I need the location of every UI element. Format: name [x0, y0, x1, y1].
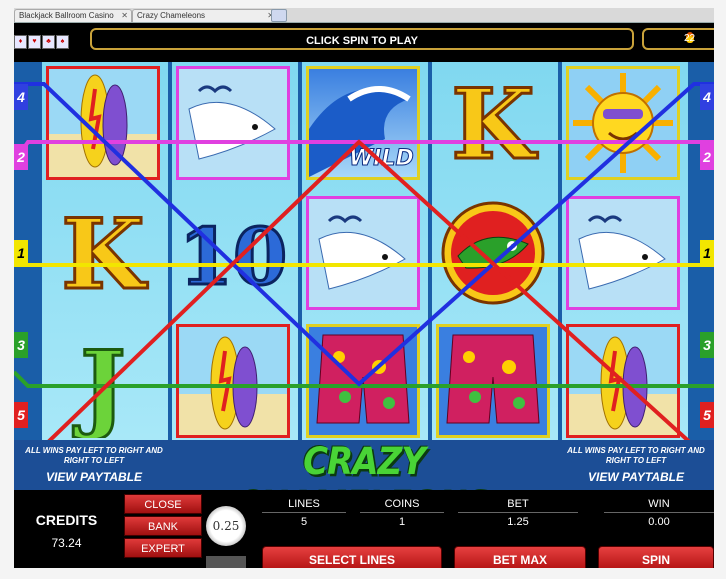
symbol-10: 10 [176, 196, 290, 310]
card-icon: ♣ [42, 35, 55, 49]
win-label: WIN [604, 496, 714, 513]
top-bar: ♦ ♥ ♣ ♠ CLICK SPIN TO PLAY 22 [14, 24, 714, 54]
symbol-sun [566, 66, 680, 180]
coins-value: 1 [398, 516, 406, 528]
credits-box: CREDITS 73.24 [14, 490, 119, 568]
payment-icons: ♦ ♥ ♣ ♠ [14, 30, 74, 49]
bet-max-button[interactable]: BET MAX [454, 546, 586, 568]
win-value: 0.00 [648, 516, 670, 528]
line-marker-right-4[interactable]: 4 [700, 84, 714, 110]
symbol-surfboards [176, 324, 290, 438]
card-icon: ♥ [28, 35, 41, 49]
coins-stat: COINS 1 [360, 496, 444, 536]
line-marker-right-1[interactable]: 1 [700, 240, 714, 266]
rules-text-right: ALL WINS PAY LEFT TO RIGHT AND RIGHT TO … [567, 446, 705, 465]
line-marker-left-1[interactable]: 1 [14, 240, 28, 266]
bank-button[interactable]: BANK [124, 516, 202, 536]
bet-label: BET [458, 496, 578, 513]
view-paytable-left[interactable]: VIEW PAYTABLE [16, 470, 172, 484]
line-marker-left-3[interactable]: 3 [14, 332, 28, 358]
view-paytable-right[interactable]: VIEW PAYTABLE [558, 470, 714, 484]
symbol-seagull [176, 66, 290, 180]
symbol-k: K [436, 66, 550, 183]
line-marker-right-2[interactable]: 2 [700, 144, 714, 170]
wild-label: WILD [349, 146, 414, 171]
tab-label: Crazy Chameleons [137, 11, 206, 20]
symbol-j: J [46, 324, 160, 445]
line-marker-left-4[interactable]: 4 [14, 84, 28, 110]
balance-display: 22 [642, 28, 714, 50]
browser-tab-crazy-chameleons[interactable]: Crazy Chameleons✕ [132, 9, 278, 22]
browser-tab-strip: Blackjack Ballroom Casino ✕ Crazy Chamele… [14, 8, 714, 23]
symbol-surfboards [46, 66, 160, 180]
close-tab-icon[interactable]: ✕ [121, 10, 128, 22]
control-panel: CREDITS 73.24 CLOSE BANK EXPERT 0.25 LIN… [14, 490, 714, 568]
line-marker-left-5[interactable]: 5 [14, 402, 28, 428]
credits-label: CREDITS [35, 512, 98, 528]
coins-label: COINS [360, 496, 444, 513]
select-lines-button[interactable]: SELECT LINES [262, 546, 442, 568]
expert-button[interactable]: EXPERT [124, 538, 202, 558]
win-stat: WIN 0.00 [604, 496, 714, 536]
new-tab-button[interactable] [271, 9, 287, 22]
line-marker-right-5[interactable]: 5 [700, 402, 714, 428]
lines-stat: LINES 5 [262, 496, 346, 536]
reel-area: K J 10 WILD K 4 2 1 3 5 4 2 1 3 5 [14, 62, 714, 445]
browser-tab-blackjack[interactable]: Blackjack Ballroom Casino ✕ [14, 9, 132, 22]
svg-text:10: 10 [179, 212, 288, 303]
symbol-surfboards [566, 324, 680, 438]
spin-button[interactable]: SPIN [598, 546, 714, 568]
coin-size-stepper[interactable] [206, 556, 246, 568]
svg-text:K: K [451, 68, 538, 180]
symbol-wave-wild: WILD [306, 66, 420, 180]
rules-text-left: ALL WINS PAY LEFT TO RIGHT AND RIGHT TO … [25, 446, 163, 465]
svg-text:K: K [61, 198, 148, 310]
card-icon: ♠ [56, 35, 69, 49]
status-message: CLICK SPIN TO PLAY [90, 28, 634, 50]
coin-size-chip[interactable]: 0.25 [206, 506, 246, 546]
symbol-seagull [566, 196, 680, 310]
lines-value: 5 [300, 516, 308, 528]
symbol-board-shorts [306, 324, 420, 438]
symbol-chameleon [436, 196, 550, 310]
credits-value: 73.24 [51, 536, 82, 550]
tab-label: Blackjack Ballroom Casino [19, 11, 114, 20]
card-icon: ♦ [14, 35, 27, 49]
game-window: Blackjack Ballroom Casino ✕ Crazy Chamele… [14, 8, 714, 568]
lines-label: LINES [262, 496, 346, 513]
close-button[interactable]: CLOSE [124, 494, 202, 514]
symbol-seagull [306, 196, 420, 310]
svg-text:J: J [72, 330, 125, 438]
symbol-board-shorts [436, 324, 550, 438]
line-marker-right-3[interactable]: 3 [700, 332, 714, 358]
line-marker-left-2[interactable]: 2 [14, 144, 28, 170]
bet-stat: BET 1.25 [458, 496, 578, 536]
symbol-k: K [46, 196, 160, 313]
title-band: ALL WINS PAY LEFT TO RIGHT AND RIGHT TO … [14, 440, 714, 528]
bet-value: 1.25 [507, 516, 529, 528]
